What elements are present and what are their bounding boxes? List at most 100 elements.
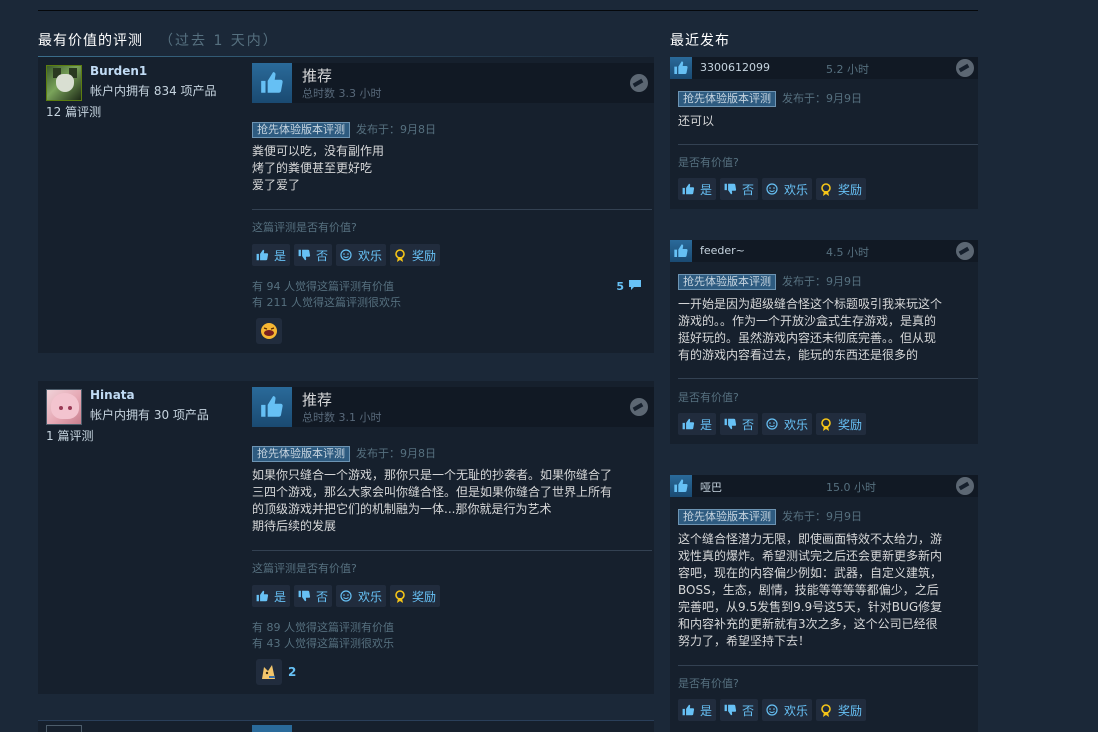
vote-funny-button[interactable]: 欢乐 xyxy=(762,699,813,721)
recent-review-header[interactable]: 哑巴 15.0 小时 xyxy=(670,475,978,497)
review-line: 挺好玩的。虽然游戏内容还未彻底完善。。但从现 xyxy=(678,331,937,345)
vote-yes-button[interactable]: 是 xyxy=(252,585,291,607)
recent-title: 最近发布 xyxy=(670,33,730,49)
author-name[interactable]: 3300612099 xyxy=(700,61,770,74)
vote-no-label: 否 xyxy=(742,417,755,432)
award-ribbon-icon xyxy=(820,418,834,431)
avatar[interactable] xyxy=(46,65,82,101)
vote-no-label: 否 xyxy=(316,589,329,604)
vote-funny-label: 欢乐 xyxy=(784,182,809,197)
review-line: 努力了，希望坚持下去！ xyxy=(678,634,811,648)
thumbs-up-icon xyxy=(670,475,692,497)
smile-icon xyxy=(766,704,780,716)
thumbs-up-icon xyxy=(252,63,292,103)
divider xyxy=(252,209,652,210)
vote-header[interactable]: 推荐 总时数 3.3 小时 xyxy=(252,63,654,103)
vote-no-button[interactable]: 否 xyxy=(294,585,333,607)
review-line: 三四个游戏，那么大家会叫你缝合怪。但是如果你缝合了世界上所有 xyxy=(252,485,613,499)
award-button[interactable]: 奖励 xyxy=(390,244,441,266)
hearty-laugh-award-icon[interactable] xyxy=(256,318,282,344)
vote-yes-button[interactable]: 是 xyxy=(252,244,291,266)
vote-yes-label: 是 xyxy=(700,703,713,718)
review-content: 这个缝合怪潜力无限，即使画面特效不太给力，游 戏性真的爆炸。希望测试完之后还会更… xyxy=(678,531,970,650)
most-helpful-title: 最有价值的评测 （过去 1 天内） xyxy=(38,30,654,56)
vote-funny-button[interactable]: 欢乐 xyxy=(762,413,813,435)
author-name[interactable]: Hinata xyxy=(90,388,135,402)
award-button[interactable]: 奖励 xyxy=(816,413,867,435)
early-access-tag: 抢先体验版本评测 xyxy=(252,122,350,138)
vote-yes-label: 是 xyxy=(700,417,713,432)
thumbs-up-icon xyxy=(252,387,292,427)
award-button[interactable]: 奖励 xyxy=(816,699,867,721)
divider xyxy=(678,665,978,666)
review-line: 游戏的。。作为一个开放沙盒式生存游戏，是真的 xyxy=(678,314,937,328)
vote-buttons: 是 否 欢乐 奖励 xyxy=(252,244,441,266)
vote-header[interactable]: 推荐 总时数 3.1 小时 xyxy=(252,387,654,427)
thumbs-up-icon xyxy=(256,590,270,602)
helpful-question: 是否有价值? xyxy=(678,677,739,690)
vote-no-button[interactable]: 否 xyxy=(720,413,759,435)
awards-received: 2 xyxy=(256,659,296,685)
smile-icon xyxy=(340,249,354,261)
most-helpful-subtitle: （过去 1 天内） xyxy=(159,33,279,49)
avatar[interactable] xyxy=(46,389,82,425)
review-line: 粪便可以吃，没有副作用 xyxy=(252,144,385,158)
vote-yes-button[interactable]: 是 xyxy=(678,178,717,200)
award-button[interactable]: 奖励 xyxy=(390,585,441,607)
most-helpful-title-text: 最有价值的评测 xyxy=(38,33,143,49)
thumbs-up-icon xyxy=(682,704,696,716)
author-name[interactable]: 哑巴 xyxy=(700,479,722,495)
products-owned[interactable]: 帐户内拥有 30 项产品 xyxy=(90,406,209,423)
author-name[interactable]: feeder~ xyxy=(700,244,745,257)
verdict-title: 推荐 xyxy=(302,67,333,85)
thumbs-up-icon xyxy=(682,183,696,195)
wolf-award-icon[interactable] xyxy=(256,659,282,685)
helpful-count: 有 89 人觉得这篇评测有价值 xyxy=(252,621,394,634)
recent-review-card: feeder~ 4.5 小时 抢先体验版本评测 发布于：9月9日 一开始是因为超级… xyxy=(670,240,978,444)
review-line: 如果你只缝合一个游戏，那你只是一个无耻的抄袭者。如果你缝合了 xyxy=(252,468,613,482)
recent-review-header[interactable]: 3300612099 5.2 小时 xyxy=(670,57,978,79)
comments-link[interactable]: 5 xyxy=(616,279,642,294)
review-count[interactable]: 12 篇评测 xyxy=(46,103,101,120)
review-count[interactable]: 1 篇评测 xyxy=(46,427,93,444)
review-line: 这个缝合怪潜力无限，即使画面特效不太给力，游 xyxy=(678,532,943,546)
hours-played: 5.2 小时 xyxy=(826,63,869,76)
recent-review-header[interactable]: feeder~ 4.5 小时 xyxy=(670,240,978,262)
vote-funny-label: 欢乐 xyxy=(358,589,383,604)
review-meta: 抢先体验版本评测 发布于：9月8日 xyxy=(252,442,436,462)
vote-yes-button[interactable]: 是 xyxy=(678,699,717,721)
awards-received xyxy=(256,318,282,344)
review-line: 爱了爱了 xyxy=(252,178,301,192)
early-access-tag: 抢先体验版本评测 xyxy=(678,509,776,525)
products-owned[interactable]: 帐户内拥有 834 项产品 xyxy=(90,82,217,99)
award-count: 2 xyxy=(288,665,297,679)
vote-yes-button[interactable]: 是 xyxy=(678,413,717,435)
thumbs-down-icon xyxy=(724,704,738,716)
posted-date: 发布于：9月9日 xyxy=(782,92,862,105)
author-name[interactable]: Burden1 xyxy=(90,64,147,78)
early-access-tag: 抢先体验版本评测 xyxy=(678,91,776,107)
vote-funny-button[interactable]: 欢乐 xyxy=(336,585,387,607)
review-card: Hinata 帐户内拥有 30 项产品 1 篇评测 推荐 总时数 3.1 小时 … xyxy=(38,381,654,694)
vote-no-button[interactable]: 否 xyxy=(720,178,759,200)
helpful-count: 有 94 人觉得这篇评测有价值 xyxy=(252,280,394,293)
review-meta: 抢先体验版本评测 发布于：9月9日 xyxy=(678,505,862,525)
thumbs-down-icon xyxy=(724,418,738,430)
vote-funny-button[interactable]: 欢乐 xyxy=(762,178,813,200)
review-line: 有的游戏内容看过去，能玩的东西还是很多的 xyxy=(678,348,919,362)
thumbs-up-icon xyxy=(256,249,270,261)
recent-review-card: 哑巴 15.0 小时 抢先体验版本评测 发布于：9月9日 这个缝合怪潜力无限，即使… xyxy=(670,475,978,732)
award-button[interactable]: 奖励 xyxy=(816,178,867,200)
most-helpful-section: 最有价值的评测 （过去 1 天内） Burden1 帐户内拥有 834 项产品 1… xyxy=(38,30,654,694)
award-label: 奖励 xyxy=(838,417,863,432)
vote-no-button[interactable]: 否 xyxy=(720,699,759,721)
review-line: 的顶级游戏并把它们的机制融为一体...那你就是行为艺术 xyxy=(252,502,552,516)
vote-no-button[interactable]: 否 xyxy=(294,244,333,266)
vote-buttons: 是 否 欢乐 奖励 xyxy=(678,178,867,200)
helpful-question: 是否有价值? xyxy=(678,391,739,404)
vote-yes-label: 是 xyxy=(274,589,287,604)
review-meta: 抢先体验版本评测 发布于：9月8日 xyxy=(252,118,436,138)
vote-funny-button[interactable]: 欢乐 xyxy=(336,244,387,266)
vote-buttons: 是 否 欢乐 奖励 xyxy=(252,585,441,607)
thumbs-up-icon xyxy=(682,418,696,430)
